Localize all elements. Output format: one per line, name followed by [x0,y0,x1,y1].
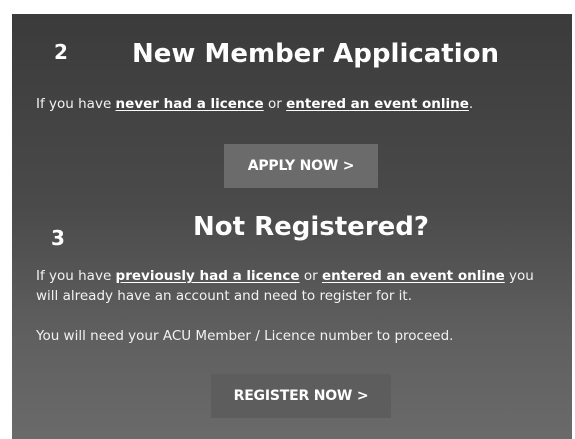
new-member-text-mid: or [263,96,287,112]
new-member-text-end: . [468,96,474,112]
registered-text-prefix: If you have [36,268,116,284]
never-had-licence-link[interactable]: never had a licence [116,96,264,112]
step-number-3: 3 [51,226,65,250]
new-member-text-prefix: If you have [36,96,116,112]
member-number-note: You will need your ACU Member / Licence … [36,328,454,344]
not-registered-heading: Not Registered? [193,212,429,242]
new-member-heading: New Member Application [132,39,500,69]
registered-text-after: you [504,268,534,284]
apply-now-button[interactable]: APPLY NOW > [224,144,378,188]
previously-had-licence-link[interactable]: previously had a licence [116,268,300,284]
register-now-button[interactable]: REGISTER NOW > [211,374,391,418]
entered-event-online-link[interactable]: entered an event online [286,96,469,112]
new-member-description: If you have never had a licence or enter… [36,94,473,114]
entered-event-online-link-2[interactable]: entered an event online [322,268,505,284]
not-registered-description-line2: will already have an account and need to… [36,288,413,304]
registered-text-mid: or [299,268,322,284]
not-registered-description: If you have previously had a licence or … [36,266,534,286]
step-number-2: 2 [54,40,68,64]
membership-panel: 2 New Member Application If you have nev… [12,14,572,439]
